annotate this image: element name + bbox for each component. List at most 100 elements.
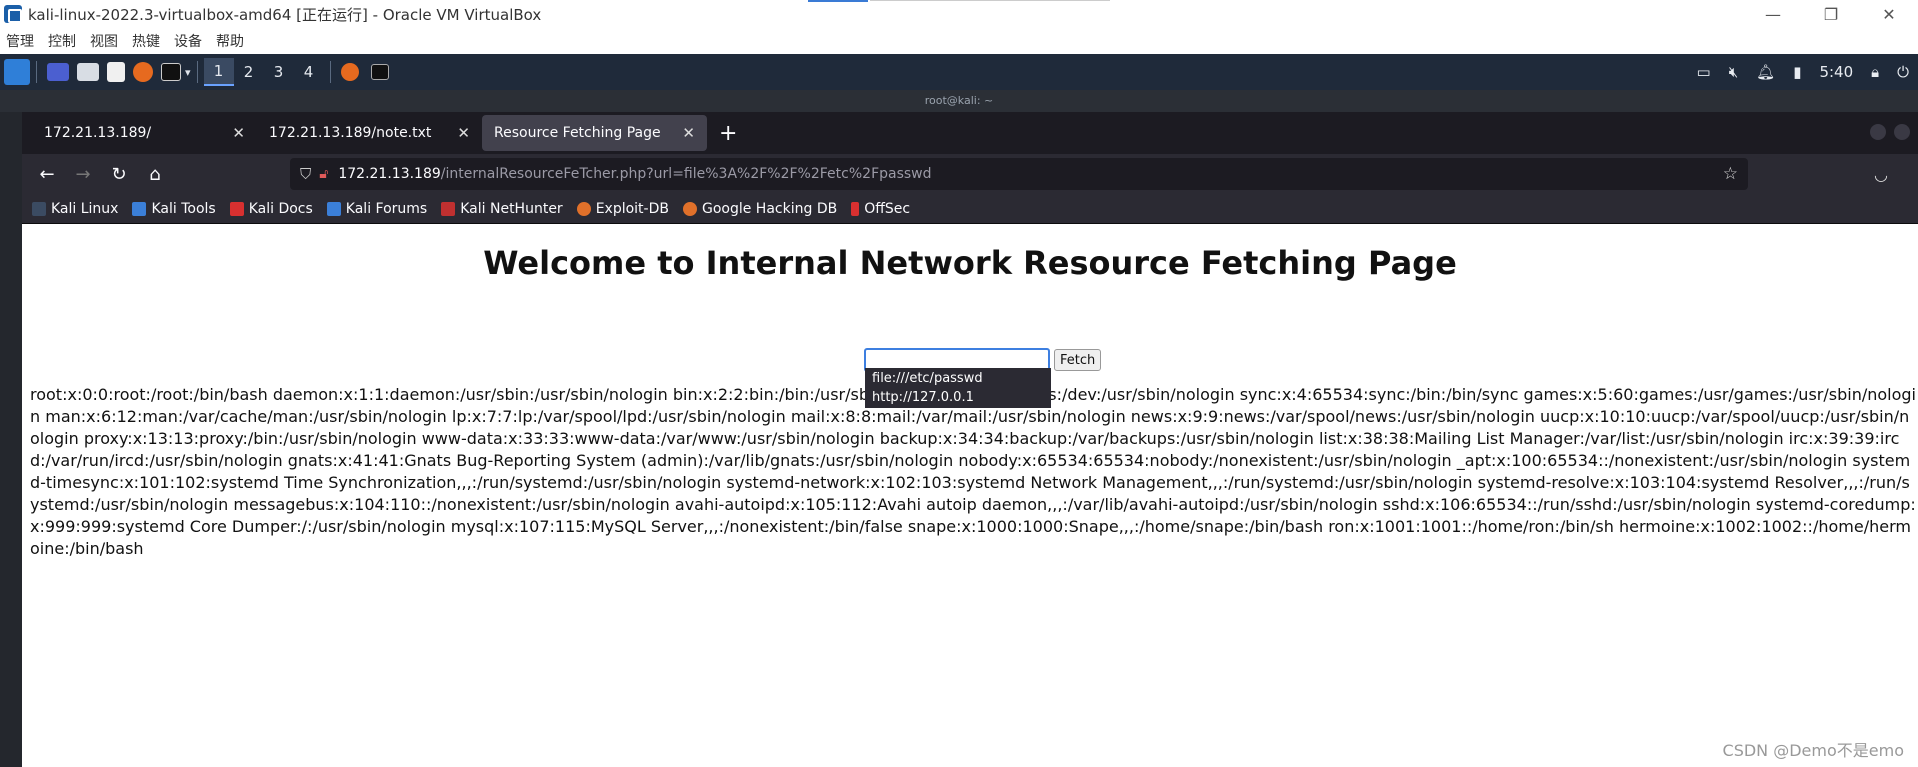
terminal-background (0, 112, 22, 767)
panel-separator (36, 61, 37, 83)
tracking-shield-icon[interactable]: ⛉ (300, 165, 311, 183)
bookmark-kali-tools[interactable]: Kali Tools (132, 200, 216, 217)
kali-docs-icon (229, 201, 244, 216)
bookmark-label: Kali Linux (51, 200, 119, 217)
menu-devices[interactable]: 设备 (174, 31, 202, 51)
bookmark-kali-linux[interactable]: Kali Linux (32, 201, 118, 217)
url-path: /internalResourceFeTcher.php?url=file%3A… (440, 166, 932, 182)
url-host: 172.21.13.189 (338, 166, 441, 182)
bookmark-label: Kali Tools (151, 200, 216, 217)
bookmark-offsec[interactable]: OffSec (851, 201, 910, 217)
kali-top-panel: ▾ 1 2 3 4 ▭ 🔇︎ 🔔︎ ▮ 5:40 🔒︎ ⏻ (0, 54, 1918, 90)
virtualbox-menubar: 管理 控制 视图 热键 设备 帮助 (0, 28, 1918, 54)
virtualbox-titlebar: kali-linux-2022.3-virtualbox-amd64 [正在运行… (0, 0, 1918, 28)
reload-icon[interactable]: ↻ (102, 157, 136, 191)
text-editor-icon[interactable] (107, 62, 125, 82)
close-tab-icon[interactable]: ✕ (232, 124, 245, 142)
minimize-button[interactable]: — (1744, 0, 1802, 28)
battery-icon[interactable]: ▮ (1793, 63, 1801, 81)
kali-menu-icon[interactable] (4, 59, 30, 85)
terminal-titlebar: root@kali: ~ (0, 90, 1918, 112)
bookmark-kali-forums[interactable]: Kali Forums (326, 200, 428, 217)
navigation-toolbar: ← → ↻ ⌂ ⛉ 🔓︎ 172.21.13.189/internalResou… (22, 154, 1918, 194)
chevron-down-icon[interactable]: ▾ (185, 66, 191, 79)
mute-icon[interactable]: 🔇︎ (1729, 63, 1738, 81)
show-desktop-icon[interactable] (47, 63, 69, 81)
exploit-db-icon (576, 201, 591, 216)
forward-arrow-icon[interactable]: → (66, 157, 100, 191)
title-divider (870, 0, 1110, 1)
menu-manage[interactable]: 管理 (6, 31, 34, 51)
notification-bell-icon[interactable]: 🔔︎ (1756, 63, 1775, 81)
menu-control[interactable]: 控制 (48, 31, 76, 51)
kali-tools-icon (132, 201, 147, 216)
close-tab-icon[interactable]: ✕ (682, 124, 695, 142)
clock[interactable]: 5:40 (1819, 63, 1853, 81)
bookmarks-toolbar: Kali Linux Kali Tools Kali Docs Kali For… (22, 194, 1918, 224)
workspace-3[interactable]: 3 (264, 58, 294, 86)
nethunter-icon (441, 201, 456, 216)
back-arrow-icon[interactable]: ← (30, 157, 64, 191)
page-title: Welcome to Internal Network Resource Fet… (483, 244, 1457, 282)
firefox-task-icon[interactable] (340, 63, 359, 81)
pocket-icon[interactable]: ◡ (1874, 165, 1888, 184)
menu-view[interactable]: 视图 (90, 31, 118, 51)
workspace-4[interactable]: 4 (294, 58, 324, 86)
window-controls: — ❐ ✕ (1744, 0, 1918, 28)
fetched-output: root:x:0:0:root:/root:/bin/bash daemon:x… (30, 385, 1916, 558)
workspace-2[interactable]: 2 (234, 58, 264, 86)
panel-separator (329, 61, 331, 83)
bookmark-star-icon[interactable]: ☆ (1723, 164, 1738, 184)
window-title: kali-linux-2022.3-virtualbox-amd64 [正在运行… (28, 5, 542, 24)
tab-note[interactable]: 172.21.13.189/note.txt ✕ (257, 115, 482, 151)
bookmark-exploit-db[interactable]: Exploit-DB (576, 200, 669, 217)
watermark: CSDN @Demo不是emo (1722, 741, 1904, 760)
firefox-minimize-button[interactable] (1870, 124, 1886, 140)
autocomplete-item[interactable]: http://127.0.0.1 (866, 388, 1050, 407)
lock-icon[interactable]: 🔒︎ (1871, 63, 1879, 81)
terminal-task-icon[interactable] (370, 64, 389, 80)
address-bar[interactable]: ⛉ 🔓︎ 172.21.13.189/internalResourceFeTch… (290, 158, 1748, 190)
bookmark-label: Exploit-DB (595, 200, 669, 217)
kali-dragon-icon (32, 201, 46, 216)
tab-strip: 172.21.13.189/ ✕ 172.21.13.189/note.txt … (22, 112, 1918, 154)
terminal-launcher-icon[interactable] (161, 63, 181, 81)
tab-resource-fetching[interactable]: Resource Fetching Page ✕ (482, 115, 707, 151)
insecure-lock-icon[interactable]: 🔓︎ (319, 166, 328, 182)
file-manager-icon[interactable] (77, 63, 99, 81)
close-button[interactable]: ✕ (1860, 0, 1918, 28)
firefox-window-controls (1870, 124, 1918, 140)
firefox-launcher-icon[interactable] (133, 62, 153, 82)
bookmark-label: OffSec (864, 200, 911, 217)
power-icon[interactable]: ⏻ (1897, 63, 1909, 81)
restore-button[interactable]: ❐ (1802, 0, 1860, 28)
firefox-close-button[interactable] (1894, 124, 1910, 140)
bookmark-label: Kali Docs (248, 200, 313, 217)
title-accent (808, 0, 868, 2)
autocomplete-dropdown: file:///etc/passwd http://127.0.0.1 (865, 368, 1051, 408)
page-content: Welcome to Internal Network Resource Fet… (22, 224, 1918, 767)
fetch-button[interactable]: Fetch (1054, 349, 1102, 371)
home-icon[interactable]: ⌂ (138, 157, 172, 191)
close-tab-icon[interactable]: ✕ (457, 124, 470, 142)
offsec-icon (851, 201, 860, 216)
bookmark-label: Google Hacking DB (701, 200, 838, 217)
menu-hotkeys[interactable]: 热键 (132, 31, 160, 51)
display-icon[interactable]: ▭ (1697, 63, 1711, 81)
workspace-1[interactable]: 1 (203, 58, 234, 86)
ghdb-icon (682, 201, 697, 216)
new-tab-icon[interactable]: + (719, 121, 737, 146)
bookmark-kali-docs[interactable]: Kali Docs (229, 200, 313, 217)
bookmark-label: Kali Forums (345, 200, 428, 217)
firefox-window: 172.21.13.189/ ✕ 172.21.13.189/note.txt … (22, 112, 1918, 767)
system-tray: ▭ 🔇︎ 🔔︎ ▮ 5:40 🔒︎ ⏻ (1688, 54, 1918, 90)
tab-label: 172.21.13.189/note.txt (269, 125, 432, 141)
bookmark-kali-nethunter[interactable]: Kali NetHunter (441, 201, 563, 217)
virtualbox-logo-icon (4, 5, 22, 23)
menu-help[interactable]: 帮助 (216, 31, 244, 51)
kali-forums-icon (326, 201, 341, 216)
bookmark-google-hacking-db[interactable]: Google Hacking DB (682, 200, 838, 217)
tab-label: Resource Fetching Page (494, 125, 661, 141)
autocomplete-item[interactable]: file:///etc/passwd (866, 369, 1050, 388)
tab-home[interactable]: 172.21.13.189/ ✕ (32, 115, 257, 151)
